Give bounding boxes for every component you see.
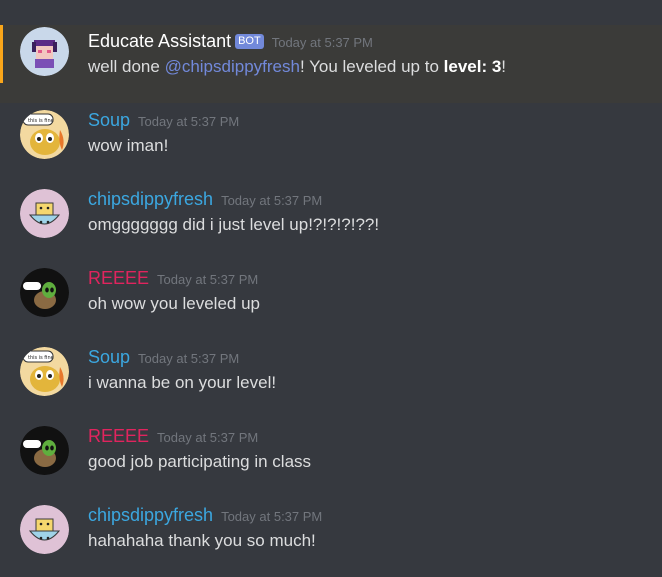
message-author[interactable]: Educate Assistant <box>88 31 231 51</box>
message-text: well done <box>88 57 165 76</box>
message-content: oh wow you leveled up <box>88 294 261 313</box>
chips-avatar-icon[interactable] <box>20 505 69 554</box>
message-timestamp: Today at 5:37 PM <box>138 114 240 129</box>
message-content: hahahaha thank you so much! <box>88 531 316 550</box>
chat-message: Educate Assistant BOT Today at 5:37 PM wel… <box>0 25 662 103</box>
message-author[interactable]: chipsdippyfresh <box>88 505 213 525</box>
chat-message: chipsdippyfresh Today at 5:37 PM omgggggg… <box>0 183 662 261</box>
mention-highlight-bar <box>0 25 3 83</box>
message-text: ! <box>501 57 507 76</box>
message-author[interactable]: chipsdippyfresh <box>88 189 213 209</box>
message-timestamp: Today at 5:37 PM <box>157 272 259 287</box>
reeee-avatar-icon[interactable] <box>20 268 69 317</box>
message-timestamp: Today at 5:37 PM <box>221 193 323 208</box>
message-timestamp: Today at 5:37 PM <box>138 351 240 366</box>
message-author[interactable]: Soup <box>88 110 130 130</box>
message-content: well done @chipsdippyfresh! You leveled … <box>88 57 506 77</box>
message-content: good job participating in class <box>88 452 312 471</box>
bot-badge: BOT <box>235 34 264 49</box>
message-content: i wanna be on your level! <box>88 373 277 392</box>
level-text: level: 3 <box>443 57 502 76</box>
message-author[interactable]: Soup <box>88 347 130 367</box>
soup-avatar-icon[interactable]: this is fine <box>20 110 69 159</box>
chat-message: REEEE Today at 5:37 PM oh wow you leveled… <box>0 262 662 340</box>
soup-avatar-icon[interactable]: this is fine <box>20 347 69 396</box>
message-author[interactable]: REEEE <box>88 426 149 446</box>
message-timestamp: Today at 5:37 PM <box>271 35 373 50</box>
user-mention[interactable]: @chipsdippyfresh <box>165 57 300 76</box>
chips-avatar-icon[interactable] <box>20 189 69 238</box>
chat-message: chipsdippyfresh Today at 5:37 PM hahahaha… <box>0 499 662 577</box>
message-text: ! You leveled up to <box>299 57 444 76</box>
chat-message: REEEE Today at 5:37 PM good job participa… <box>0 420 662 498</box>
reeee-avatar-icon[interactable] <box>20 426 69 475</box>
bot-avatar-icon[interactable] <box>20 27 69 76</box>
message-author[interactable]: REEEE <box>88 268 149 288</box>
chat-message-list: Educate Assistant BOT Today at 5:37 PM wel… <box>0 0 662 573</box>
message-timestamp: Today at 5:37 PM <box>221 509 323 524</box>
chat-message: this is fine Soup Today at 5:37 PM i wann… <box>0 341 662 419</box>
message-content: omggggggg did i just level up!?!?!?!??! <box>88 215 380 234</box>
svg-text:this is fine: this is fine <box>28 118 54 124</box>
svg-text:this is fine: this is fine <box>28 355 54 361</box>
chat-message: this is fine Soup Today at 5:37 PM wow im… <box>0 104 662 182</box>
message-content: wow iman! <box>88 136 169 155</box>
message-timestamp: Today at 5:37 PM <box>157 430 259 445</box>
